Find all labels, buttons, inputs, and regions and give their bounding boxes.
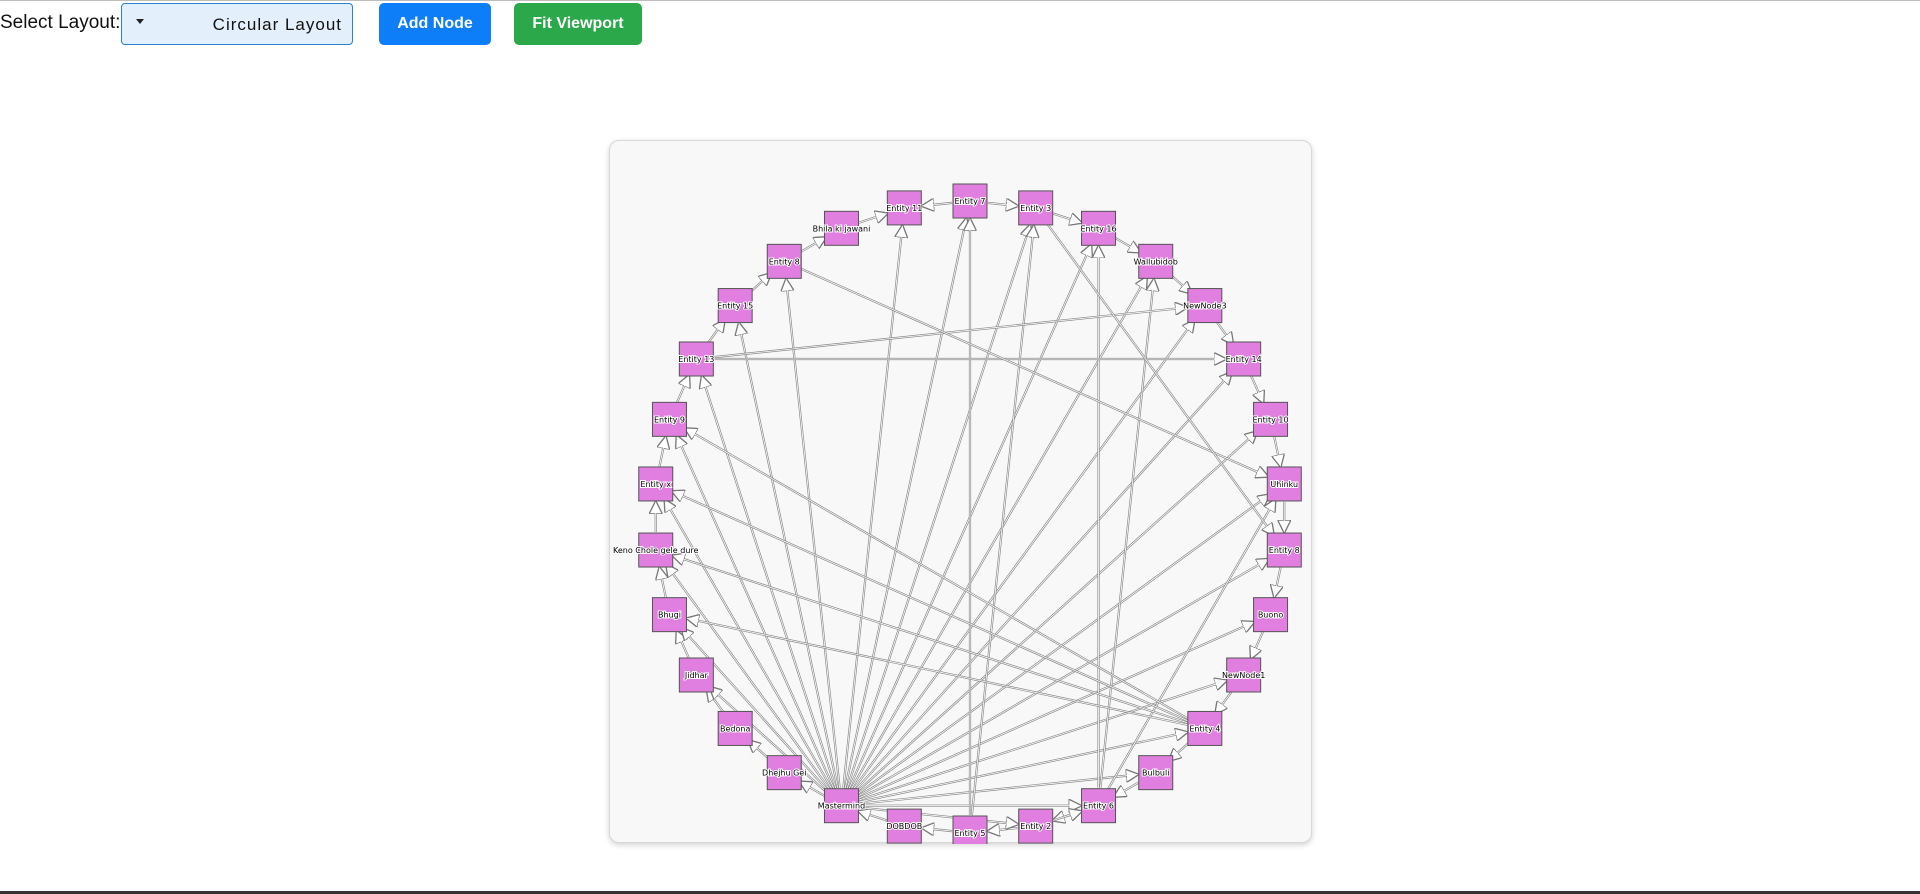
graph-node[interactable]: Entity 6 (1081, 788, 1117, 824)
node-label: Entity 15 (717, 302, 753, 311)
node-label: Dhejhu Gei (762, 769, 806, 778)
graph-node[interactable]: Entity 8 (1266, 532, 1302, 568)
graph-node[interactable]: Entity 3 (1018, 190, 1054, 226)
graph-node[interactable]: NewNode1 (1221, 657, 1266, 693)
graph-node[interactable]: Dhejhu Gei (761, 755, 807, 791)
graph-node[interactable]: Bulbuli (1138, 755, 1174, 791)
graph-edge-highlight (659, 436, 667, 467)
graph-canvas[interactable]: Entity 7 Entity 3 Entity 16 Wallubidob NewNo… (609, 140, 1313, 844)
node-label: Entity 2 (1020, 822, 1051, 831)
caret-down-icon[interactable] (136, 19, 144, 24)
graph-node[interactable]: Entity 10 (1251, 401, 1290, 437)
graph-edge-highlight (858, 213, 888, 224)
node-label: Keno Chole gele dure (613, 546, 698, 555)
graph-node[interactable]: Jidhar (678, 657, 714, 693)
node-label: Entity 16 (1080, 224, 1116, 233)
node-label: Entity 9 (654, 415, 685, 424)
node-label: Buono (1258, 611, 1284, 620)
graph-edge-highlight (676, 375, 690, 404)
graph-node[interactable]: Wallubidob (1133, 243, 1179, 279)
node-label: Mastermind (818, 802, 865, 811)
graph-edge-highlight (856, 558, 1269, 798)
graph-edge-highlight (1273, 567, 1281, 598)
node-label: Jidhar (684, 671, 709, 680)
graph-node[interactable]: Entity x (638, 466, 674, 502)
graph-edge-highlight (1113, 781, 1141, 798)
node-label: Uhinku (1270, 480, 1298, 489)
graph-node[interactable]: Bedona (717, 710, 753, 746)
node-label: DOBDOB (886, 822, 922, 831)
graph-node[interactable]: Entity 2 (1018, 808, 1054, 844)
graph-edge-highlight (858, 810, 888, 821)
graph-edge-highlight (857, 621, 1255, 799)
graph-edge-highlight (971, 225, 1035, 816)
node-label: Entity 10 (1252, 415, 1288, 424)
graph-edge-highlight (850, 276, 1148, 791)
node-label: Bedona (720, 724, 750, 733)
graph-edge-highlight (859, 807, 1018, 825)
graph-node[interactable]: Entity 9 (651, 401, 687, 437)
toolbar: Select Layout: Circular Layout Add Node … (0, 1, 1920, 47)
node-label: Entity 7 (955, 197, 986, 206)
graph-edge-highlight (672, 555, 1188, 724)
node-label: Entity 3 (1020, 204, 1051, 213)
graph-node[interactable]: Entity 7 (952, 183, 988, 219)
graph-node[interactable]: Entity 11 (885, 190, 923, 226)
graph-node[interactable]: Bhugi (651, 597, 687, 633)
graph-edge-highlight (1273, 436, 1281, 467)
graph-edge-highlight (681, 627, 830, 793)
layout-label: Select Layout: (0, 12, 121, 33)
graph-node[interactable]: Entity 14 (1225, 341, 1263, 377)
node-label: Entity 14 (1226, 355, 1262, 364)
graph-edge-highlight (659, 567, 667, 598)
graph-node[interactable]: Mastermind (817, 788, 866, 824)
graph-edge-highlight (799, 236, 827, 253)
node-label: NewNode3 (1183, 302, 1226, 311)
graph-edge-highlight (1052, 810, 1082, 821)
graph-node[interactable]: Uhinku (1266, 466, 1302, 502)
graph-node[interactable]: NewNode3 (1182, 288, 1228, 324)
graph-edge-highlight (1215, 689, 1234, 715)
node-label: Entity 8 (1269, 546, 1300, 555)
add-node-button[interactable]: Add Node (379, 3, 491, 45)
graph-node[interactable]: Entity 15 (716, 288, 754, 324)
graph-node[interactable]: DOBDOB (885, 808, 923, 844)
graph-edge-highlight (855, 494, 1270, 796)
graph-edge-highlight (1250, 375, 1264, 404)
fit-viewport-button[interactable]: Fit Viewport (514, 3, 642, 45)
graph-edge-highlight (844, 218, 967, 789)
nodes-layer: Entity 7 Entity 3 Entity 16 Wallubidob NewNo… (612, 183, 1302, 844)
node-label: Bhila ki jawani (813, 224, 871, 233)
graph-edge-highlight (1052, 213, 1082, 224)
layout-select[interactable]: Circular Layout (121, 3, 353, 45)
graph-edge-highlight (846, 224, 1031, 789)
graph-node[interactable]: Entity 13 (677, 341, 715, 377)
graph-node[interactable]: Entity 5 (952, 815, 988, 844)
node-label: Bhugi (658, 611, 681, 620)
graph-edge-highlight (738, 323, 839, 789)
graph-node[interactable]: Entity 4 (1187, 710, 1223, 746)
graph-edge-highlight (1113, 236, 1141, 253)
graph-edge-highlight (706, 319, 725, 345)
graph-node[interactable]: Entity 16 (1079, 210, 1118, 246)
node-label: Entity 5 (955, 829, 986, 838)
node-label: Bulbuli (1142, 769, 1169, 778)
layout-select-value: Circular Layout (212, 15, 342, 34)
node-label: Entity 11 (886, 204, 922, 213)
graph-edge-highlight (672, 490, 1189, 722)
node-label: Entity x (640, 480, 671, 489)
node-label: Entity 13 (678, 355, 714, 364)
node-label: Wallubidob (1134, 257, 1178, 266)
node-label: Entity 8 (769, 257, 800, 266)
graph-node[interactable]: Keno Chole gele dure (612, 532, 700, 568)
graph-edge-highlight (785, 279, 840, 788)
graph-svg[interactable]: Entity 7 Entity 3 Entity 16 Wallubidob NewNo… (610, 141, 1313, 844)
node-label: Entity 6 (1083, 802, 1114, 811)
graph-node[interactable]: Entity 8 (766, 243, 802, 279)
graph-edge-highlight (1215, 319, 1234, 345)
graph-node[interactable]: Buono (1253, 597, 1289, 633)
node-label: Entity 4 (1189, 724, 1220, 733)
node-label: NewNode1 (1222, 671, 1265, 680)
graph-edge-highlight (1250, 630, 1264, 659)
